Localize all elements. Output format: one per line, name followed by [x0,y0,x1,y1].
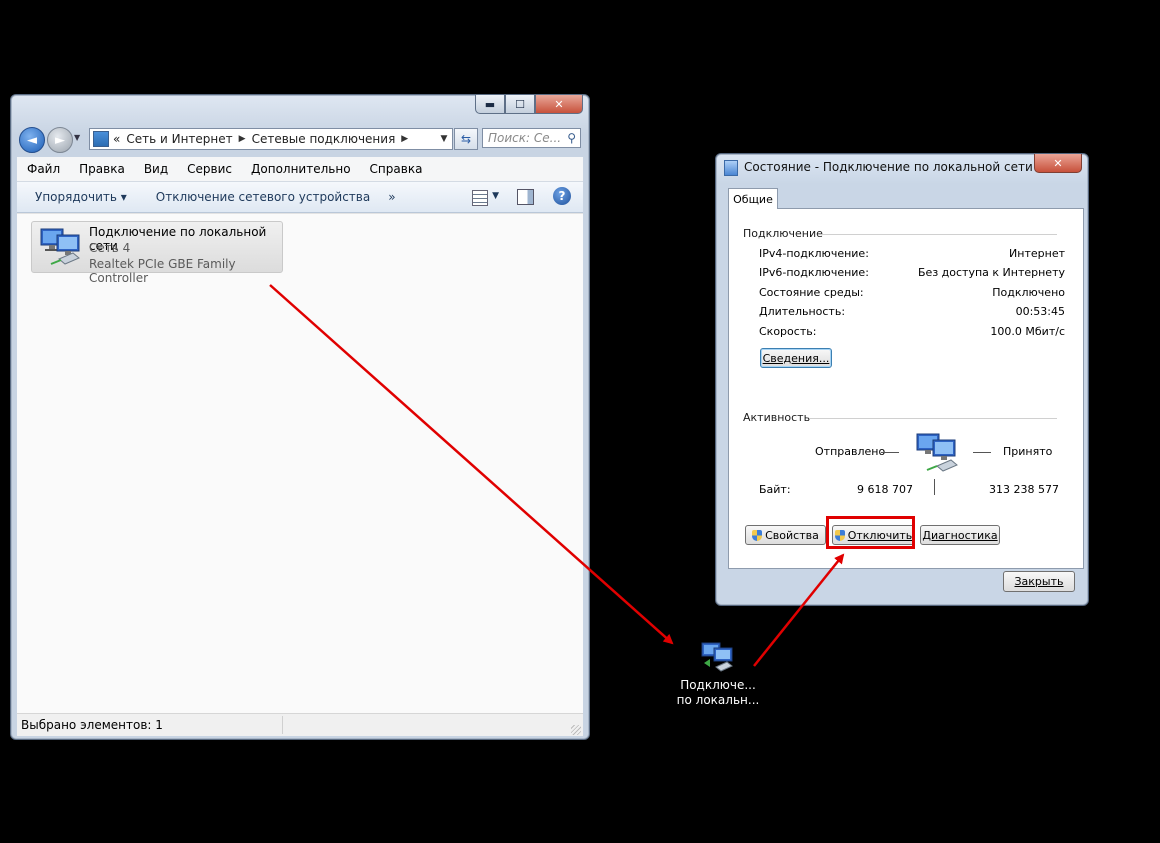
arrow-to-disable-button [753,553,845,667]
tab-general[interactable]: Общие [728,188,778,209]
annotation-arrows [269,284,845,667]
arrow-to-desktop-shortcut [269,284,674,645]
